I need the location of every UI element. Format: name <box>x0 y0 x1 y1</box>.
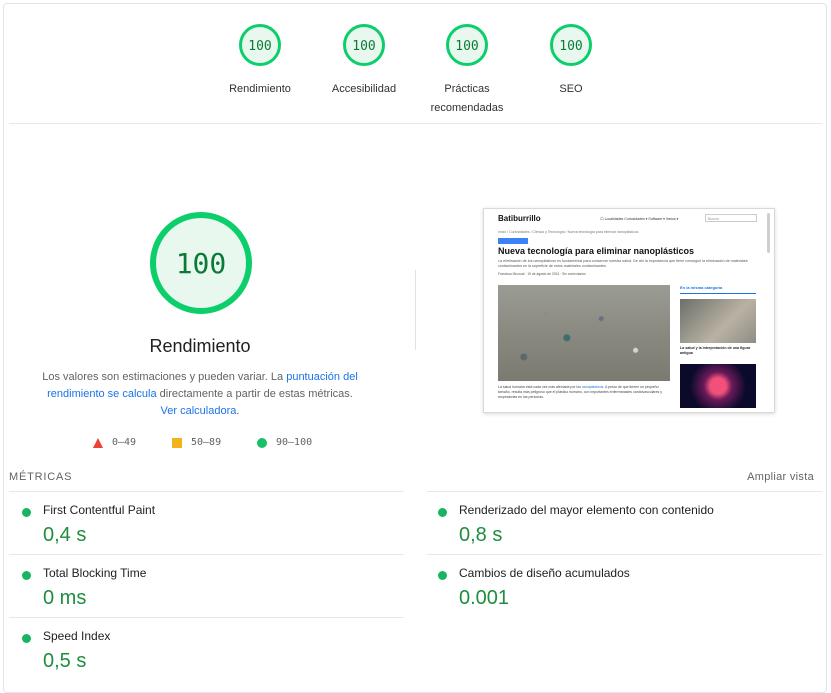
score-ring: 100 <box>550 24 592 66</box>
sidebar-title: En la misma categoría <box>680 285 723 290</box>
metric-value: 0,8 s <box>459 524 503 546</box>
divider <box>9 123 822 124</box>
site-nav-links: ⌂ Localidades Curiosidades ▾ Software ▾ … <box>600 216 678 222</box>
score-value: 100 <box>559 39 582 54</box>
home-icon: ⌂ <box>600 216 604 222</box>
category-gauges: 100 Rendimiento 100 Accesibilidad 100 Pr… <box>0 0 831 120</box>
pass-circle-icon <box>438 571 447 580</box>
site-name: Batiburrillo <box>498 214 541 223</box>
vertical-divider <box>415 270 416 350</box>
metric-tbt: Total Blocking Time 0 ms <box>9 560 389 622</box>
metric-name: Renderizado del mayor elemento con conte… <box>459 503 714 517</box>
legend-label: 0–49 <box>112 437 137 448</box>
desc-text: directamente a partir de estas métricas. <box>156 388 353 400</box>
performance-title: Rendimiento <box>149 336 251 356</box>
metric-speed-index: Speed Index 0,5 s <box>9 623 389 675</box>
article-author: Francisco Bruzual · 19 de agosto de 2024… <box>498 272 586 276</box>
site-breadcrumb: Inicio / Curiosidades / Ciencia y Tecnol… <box>498 230 639 234</box>
metric-name: Speed Index <box>43 629 111 643</box>
category-badge <box>498 238 528 244</box>
sidebar-item-title: La salud y la interpretación de una figu… <box>680 346 751 355</box>
caption-text: La salud humana está cada vez más afecta… <box>498 385 582 389</box>
gauge-performance[interactable]: 100 Rendimiento <box>205 23 315 99</box>
legend-label: 90–100 <box>276 437 313 448</box>
score-ring: 100 <box>239 24 281 66</box>
metric-name: First Contentful Paint <box>43 503 156 517</box>
metric-name: Total Blocking Time <box>43 566 147 580</box>
article-caption: La salud humana está cada vez más afecta… <box>498 385 670 400</box>
metric-divider <box>9 554 404 555</box>
site-search: Buscar <box>705 214 757 222</box>
metric-divider <box>427 491 822 492</box>
pass-circle-icon <box>22 571 31 580</box>
article-subtitle: La eliminación de los nanoplásticos es f… <box>498 259 748 268</box>
metric-divider <box>427 554 822 555</box>
sidebar-image-2 <box>680 364 756 408</box>
score-value: 100 <box>455 39 478 54</box>
gauge-accessibility[interactable]: 100 Accesibilidad <box>309 23 419 99</box>
score-value: 100 <box>248 39 271 54</box>
legend-average: 50–89 <box>172 437 221 448</box>
pass-circle-icon <box>438 508 447 517</box>
metric-lcp: Renderizado del mayor elemento con conte… <box>425 497 805 559</box>
desc-text: . <box>236 405 240 417</box>
legend-fail: 0–49 <box>93 437 136 448</box>
metric-cls: Cambios de diseño acumulados 0.001 <box>425 560 805 622</box>
metric-value: 0 ms <box>43 587 87 609</box>
legend-label: 50–89 <box>191 437 222 448</box>
desc-text: Los valores son estimaciones y pueden va… <box>42 371 287 383</box>
score-ring: 100 <box>446 24 488 66</box>
sidebar-image-1 <box>680 299 756 343</box>
score-value: 100 <box>352 39 375 54</box>
thumbnail-scrollbar <box>767 213 770 253</box>
triangle-icon <box>93 437 103 448</box>
metric-value: 0.001 <box>459 587 510 609</box>
article-title: Nueva tecnología para eliminar nanoplást… <box>498 246 695 256</box>
sidebar-underline <box>680 293 756 294</box>
metric-value: 0,5 s <box>43 650 87 672</box>
square-icon <box>172 437 182 448</box>
performance-description: Los valores son estimaciones y pueden va… <box>40 369 360 420</box>
nav-links-text: Localidades Curiosidades ▾ Software ▾ Va… <box>604 217 679 221</box>
metrics-heading: MÉTRICAS <box>9 471 73 483</box>
article-image <box>498 285 670 381</box>
calculator-link[interactable]: Ver calculadora <box>161 405 237 417</box>
metric-value: 0,4 s <box>43 524 87 546</box>
gauge-seo[interactable]: 100 SEO <box>516 23 626 99</box>
circle-icon <box>257 437 267 448</box>
score-legend: 0–49 50–89 90–100 <box>90 437 330 451</box>
metric-fcp: First Contentful Paint 0,4 s <box>9 497 389 559</box>
gauge-label: Accesibilidad <box>331 83 397 95</box>
gauge-label: Prácticas recomendadas <box>430 83 504 114</box>
score-ring: 100 <box>343 24 385 66</box>
performance-score-gauge: 100 <box>150 212 252 314</box>
gauge-label: Rendimiento <box>229 83 291 95</box>
legend-pass: 90–100 <box>257 437 312 448</box>
pass-circle-icon <box>22 634 31 643</box>
metric-divider <box>9 617 404 618</box>
metric-divider <box>9 491 404 492</box>
gauge-best-practices[interactable]: 100 Prácticas recomendadas <box>412 23 522 118</box>
caption-link: nanoplásticos <box>581 385 604 389</box>
final-screenshot[interactable]: Batiburrillo ⌂ Localidades Curiosidades … <box>483 208 775 413</box>
gauge-label: SEO <box>559 83 583 95</box>
performance-score-value: 100 <box>176 247 227 280</box>
pass-circle-icon <box>22 508 31 517</box>
metric-name: Cambios de diseño acumulados <box>459 566 630 580</box>
expand-view-button[interactable]: Ampliar vista <box>747 471 814 483</box>
